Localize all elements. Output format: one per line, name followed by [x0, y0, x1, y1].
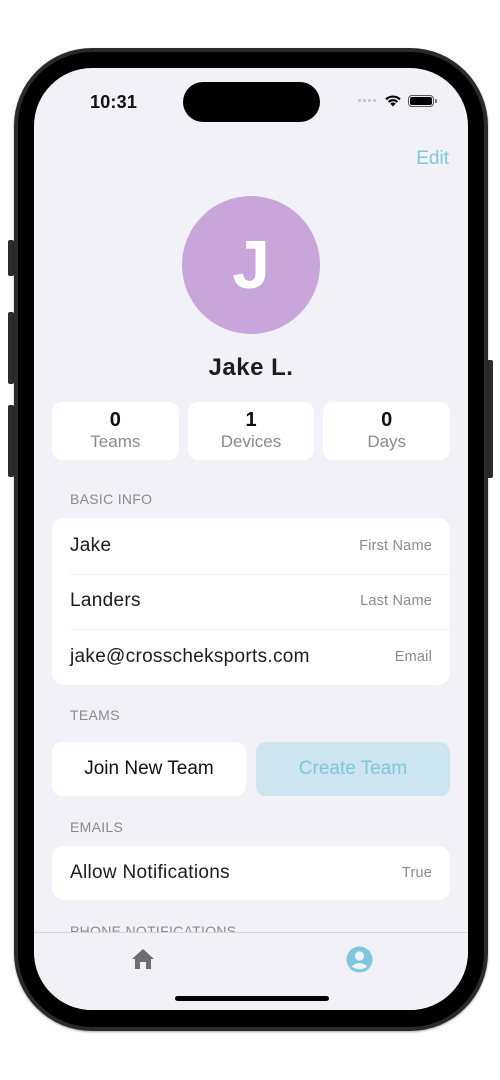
stat-days: 0 Days	[323, 402, 451, 460]
row-allow-notifications[interactable]: Allow Notifications True	[52, 846, 450, 900]
allow-notifications-label: Allow Notifications	[70, 862, 230, 883]
stat-label: Teams	[90, 432, 141, 451]
stat-value: 1	[245, 409, 257, 431]
stat-label: Devices	[220, 432, 282, 451]
dynamic-island	[183, 82, 320, 122]
status-icons	[358, 94, 437, 107]
join-new-team-button[interactable]: Join New Team	[52, 742, 246, 796]
status-time: 10:31	[90, 92, 138, 112]
row-first-name[interactable]: Jake First Name	[52, 518, 450, 574]
email-value: jake@crosscheksports.com	[70, 645, 310, 667]
stat-value: 0	[381, 409, 393, 431]
email-label: Email	[394, 648, 432, 665]
create-team-button[interactable]: Create Team	[256, 742, 450, 796]
stat-label: Days	[367, 432, 407, 451]
battery-icon	[408, 94, 437, 107]
tab-home[interactable]	[123, 941, 163, 977]
avatar-initial: J	[232, 227, 270, 303]
allow-notifications-value: True	[401, 865, 432, 881]
section-label-basic-info: BASIC INFO	[70, 491, 153, 507]
row-email[interactable]: jake@crosscheksports.com Email	[52, 629, 450, 685]
wifi-icon	[385, 95, 401, 107]
first-name-label: First Name	[359, 537, 432, 554]
tab-profile[interactable]	[339, 941, 379, 977]
person-circle-icon	[346, 946, 372, 972]
section-label-emails: EMAILS	[70, 819, 124, 835]
cellular-signal-icon	[358, 99, 376, 102]
last-name-label: Last Name	[360, 593, 432, 610]
team-buttons: Join New Team Create Team	[52, 742, 450, 796]
home-indicator[interactable]	[175, 996, 329, 1001]
basic-info-card: Jake First Name Landers Last Name jake@c…	[52, 518, 450, 685]
edit-button[interactable]: Edit	[416, 148, 449, 170]
stat-value: 0	[109, 409, 121, 431]
row-last-name[interactable]: Landers Last Name	[52, 573, 450, 630]
avatar: J	[182, 196, 320, 334]
last-name-value: Landers	[70, 590, 141, 612]
profile-name: Jake L.	[208, 354, 294, 381]
emails-card: Allow Notifications True	[52, 846, 450, 900]
home-icon	[132, 949, 154, 969]
first-name-value: Jake	[70, 534, 112, 556]
stat-teams: 0 Teams	[52, 402, 179, 460]
phone-screen: 10:31 Edit J Jake L. 0 Teams 1 Devices 0…	[34, 68, 468, 1010]
stat-devices: 1 Devices	[187, 402, 315, 460]
stats-row: 0 Teams 1 Devices 0 Days	[52, 402, 451, 460]
section-label-teams: TEAMS	[70, 707, 120, 723]
